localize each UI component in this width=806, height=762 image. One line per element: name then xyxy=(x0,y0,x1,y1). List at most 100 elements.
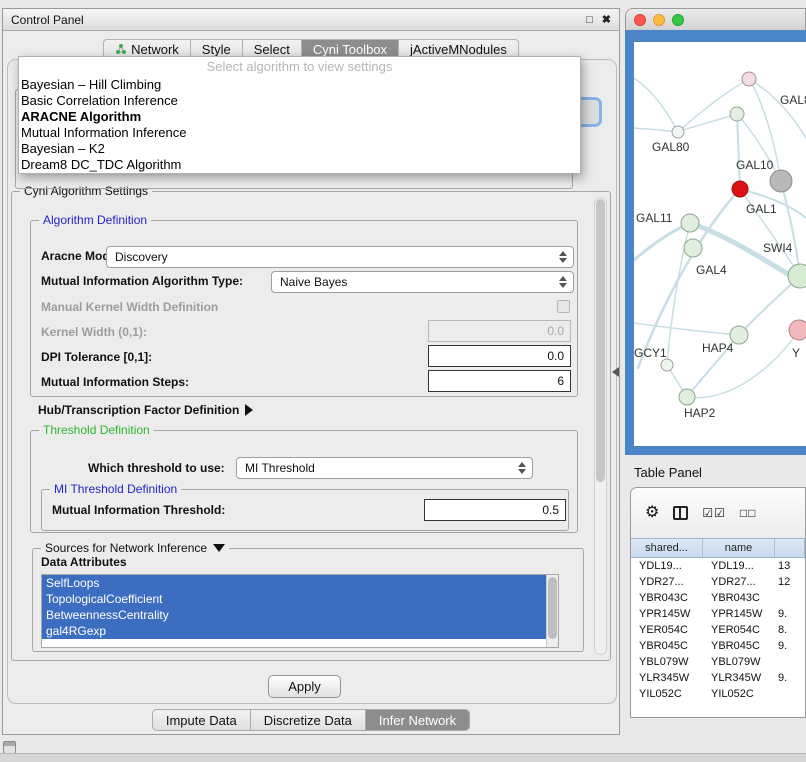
cell-shared-name: YBR045C xyxy=(631,638,703,654)
network-canvas[interactable]: GAL8GAL80GAL10GAL11GAL1SWI4GAL4GCY1HAP4Y… xyxy=(634,42,806,446)
network-node[interactable] xyxy=(789,320,806,340)
combo-arrows-icon xyxy=(559,276,569,288)
network-node-label: GAL1 xyxy=(746,202,777,216)
network-node[interactable] xyxy=(679,389,695,405)
settings-scrollbar-thumb[interactable] xyxy=(596,199,605,482)
cell-extra: 8. xyxy=(775,622,805,638)
tab-discretize-data[interactable]: Discretize Data xyxy=(250,709,365,731)
table-row[interactable]: YBR045C YBR045C 9. xyxy=(631,638,805,654)
gear-icon[interactable]: ⚙ xyxy=(645,505,659,521)
deselect-all-checkboxes-icon[interactable]: □□ xyxy=(740,506,757,520)
cell-shared-name: YBL079W xyxy=(631,654,703,670)
table-row[interactable]: YDL19... YDL19... 13 xyxy=(631,558,805,574)
network-node[interactable] xyxy=(742,72,756,86)
cyni-algorithm-settings-groupbox: Cyni Algorithm Settings Algorithm Defini… xyxy=(11,191,611,661)
select-all-checkboxes-icon[interactable]: ☑☑ xyxy=(702,506,726,520)
network-node[interactable] xyxy=(681,214,699,232)
tab-style-label: Style xyxy=(202,42,231,57)
cell-shared-name: YDL19... xyxy=(631,558,703,574)
network-node-label: GAL8 xyxy=(780,93,806,107)
kernel-width-field[interactable]: 0.0 xyxy=(428,320,571,342)
minimize-traffic-light-icon[interactable] xyxy=(653,14,665,26)
network-node[interactable] xyxy=(732,181,748,197)
algorithm-option[interactable]: Dream8 DC_TDC Algorithm xyxy=(19,157,580,173)
algorithm-option-list: Bayesian – Hill ClimbingBasic Correlatio… xyxy=(19,77,580,173)
sources-section-toggle[interactable]: Sources for Network Inference xyxy=(41,541,229,555)
expanded-arrow-icon xyxy=(213,544,225,552)
which-threshold-combobox[interactable]: MI Threshold xyxy=(236,457,533,479)
tab-network-label: Network xyxy=(131,42,179,57)
network-edge[interactable] xyxy=(634,223,690,260)
table-row[interactable]: YPR145W YPR145W 9. xyxy=(631,606,805,622)
mi-algorithm-type-combobox[interactable]: Naive Bayes xyxy=(271,271,574,293)
hub-section-toggle[interactable]: Hub/Transcription Factor Definition xyxy=(38,403,253,417)
control-panel-title: Control Panel xyxy=(11,13,84,27)
network-node[interactable] xyxy=(770,170,792,192)
algorithm-option[interactable]: Mutual Information Inference xyxy=(19,125,580,141)
cell-extra: 13 xyxy=(775,558,805,574)
column-header-extra[interactable] xyxy=(775,539,805,557)
data-attribute-item[interactable]: TopologicalCoefficient xyxy=(42,591,546,607)
mi-threshold-group-title: MI Threshold Definition xyxy=(50,482,181,496)
network-node-label: HAP4 xyxy=(702,341,734,355)
data-attributes-label: Data Attributes xyxy=(41,555,127,569)
algorithm-option[interactable]: Basic Correlation Inference xyxy=(19,93,580,109)
tab-cyni-toolbox-label: Cyni Toolbox xyxy=(313,42,387,57)
dpi-tolerance-field[interactable]: 0.0 xyxy=(428,345,571,367)
cell-name: YDR27... xyxy=(703,574,775,590)
network-node-label: GAL11 xyxy=(636,211,673,225)
attributes-scrollbar-thumb[interactable] xyxy=(548,577,557,639)
network-edge[interactable] xyxy=(634,128,678,132)
mi-algorithm-type-label: Mutual Information Algorithm Type: xyxy=(41,274,243,288)
panel-splitter-handle[interactable] xyxy=(612,367,619,377)
algorithm-option[interactable]: Bayesian – K2 xyxy=(19,141,580,157)
close-icon[interactable]: ✖ xyxy=(602,13,611,26)
threshold-definition-groupbox: Threshold Definition Which threshold to … xyxy=(30,430,578,533)
column-settings-icon[interactable] xyxy=(673,506,688,520)
algorithm-definition-title: Algorithm Definition xyxy=(39,213,151,227)
mi-threshold-field[interactable]: 0.5 xyxy=(424,499,566,521)
tab-infer-network[interactable]: Infer Network xyxy=(365,709,470,731)
column-header-shared-name[interactable]: shared... xyxy=(631,539,703,557)
network-node[interactable] xyxy=(661,359,673,371)
apply-button[interactable]: Apply xyxy=(268,675,341,698)
cell-name: YLR345W xyxy=(703,670,775,686)
table-row[interactable]: YBL079W YBL079W xyxy=(631,654,805,670)
column-header-name[interactable]: name xyxy=(703,539,775,557)
data-attribute-item[interactable]: SelfLoops xyxy=(42,575,546,591)
tab-discretize-data-label: Discretize Data xyxy=(264,713,352,728)
table-row[interactable]: YIL052C YIL052C xyxy=(631,686,805,702)
aracne-mode-combobox[interactable]: Discovery xyxy=(106,246,574,268)
cell-extra: 9. xyxy=(775,606,805,622)
network-edge[interactable] xyxy=(634,78,678,132)
algorithm-option[interactable]: Bayesian – Hill Climbing xyxy=(19,77,580,93)
network-window-titlebar[interactable] xyxy=(625,8,806,30)
network-edge[interactable] xyxy=(737,114,740,189)
table-row[interactable]: YDR27... YDR27... 12 xyxy=(631,574,805,590)
settings-scrollbar[interactable] xyxy=(594,197,607,655)
data-attribute-item[interactable]: gal4RGexp xyxy=(42,623,546,639)
tab-impute-data[interactable]: Impute Data xyxy=(152,709,250,731)
zoom-traffic-light-icon[interactable] xyxy=(672,14,684,26)
cell-name: YIL052C xyxy=(703,686,775,702)
network-edge[interactable] xyxy=(749,79,806,138)
mi-steps-field[interactable]: 6 xyxy=(428,370,571,392)
algorithm-dropdown-prompt: Select algorithm to view settings xyxy=(19,57,580,77)
close-traffic-light-icon[interactable] xyxy=(634,14,646,26)
network-edge[interactable] xyxy=(634,323,739,335)
attributes-scrollbar[interactable] xyxy=(546,575,558,647)
data-attribute-item[interactable]: BetweennessCentrality xyxy=(42,607,546,623)
table-row[interactable]: YLR345W YLR345W 9. xyxy=(631,670,805,686)
manual-kernel-width-checkbox[interactable] xyxy=(557,300,570,313)
tab-infer-network-label: Infer Network xyxy=(379,713,456,728)
network-node[interactable] xyxy=(672,126,684,138)
network-edge[interactable] xyxy=(678,114,737,132)
tab-jactivemnodules-label: jActiveMNodules xyxy=(410,42,507,57)
network-node[interactable] xyxy=(730,107,744,121)
network-node-label: Y xyxy=(792,346,800,360)
network-node[interactable] xyxy=(684,239,702,257)
table-row[interactable]: YER054C YER054C 8. xyxy=(631,622,805,638)
float-window-icon[interactable]: □ xyxy=(586,14,593,26)
table-row[interactable]: YBR043C YBR043C xyxy=(631,590,805,606)
algorithm-option[interactable]: ARACNE Algorithm xyxy=(19,109,580,125)
